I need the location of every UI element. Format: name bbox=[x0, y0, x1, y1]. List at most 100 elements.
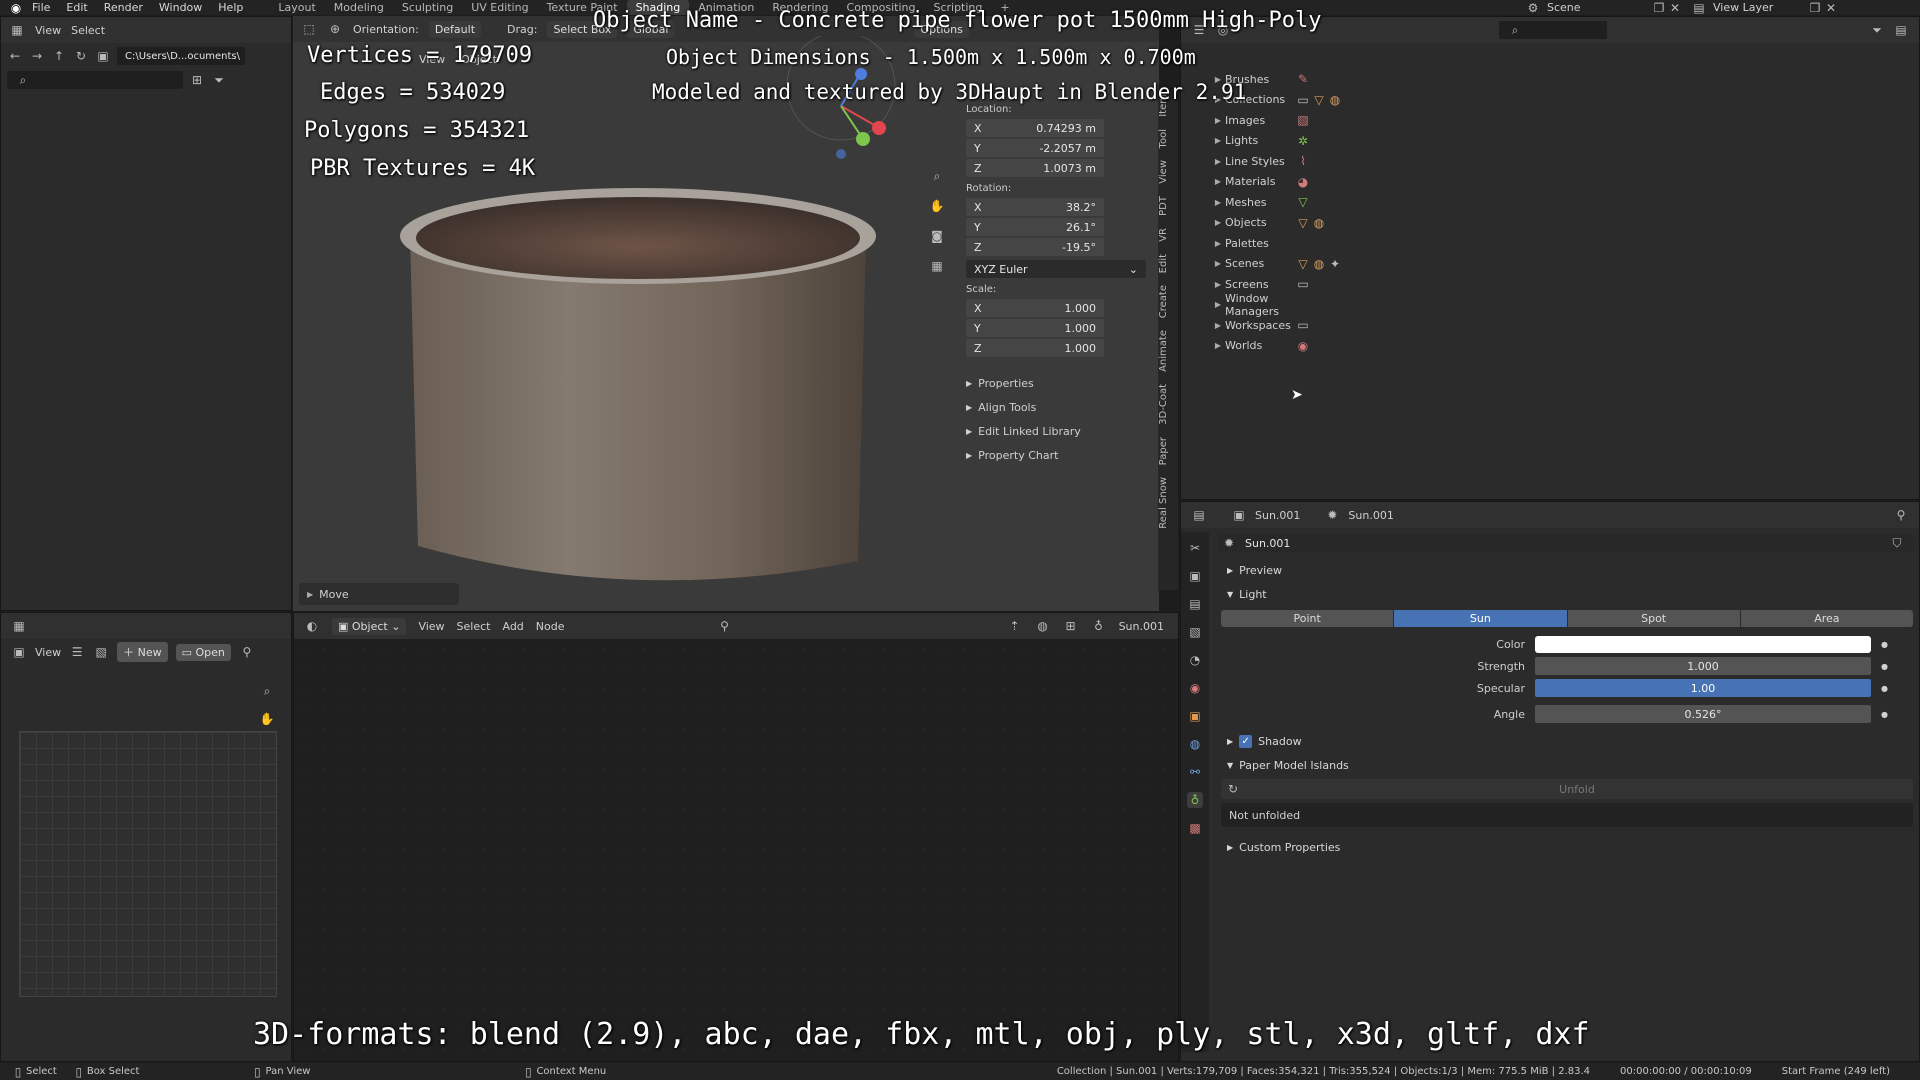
scene-selector[interactable]: Scene bbox=[1541, 1, 1651, 14]
scene-tab-icon[interactable]: ◔ bbox=[1187, 652, 1203, 668]
new-collection-icon[interactable]: ▤ bbox=[1893, 22, 1909, 38]
tab-3d-coat[interactable]: 3D-Coat bbox=[1158, 380, 1176, 429]
shadow-section[interactable]: ▶ ✓ Shadow bbox=[1217, 729, 1913, 753]
blender-logo-icon[interactable]: ◉ bbox=[8, 0, 24, 16]
light-section[interactable]: ▼ Light bbox=[1217, 582, 1913, 606]
rotation-x-field[interactable]: X 38.2° bbox=[966, 198, 1104, 216]
outliner-item-brushes[interactable]: ▶ Brushes ✎ bbox=[1211, 69, 1511, 90]
zoom-icon[interactable]: ⌕ bbox=[259, 683, 275, 699]
render-tab-icon[interactable]: ▣ bbox=[1187, 568, 1203, 584]
menu-edit[interactable]: Edit bbox=[58, 0, 95, 15]
node-view-menu[interactable]: View bbox=[418, 620, 444, 633]
panel-edit-linked-library[interactable]: ▶ Edit Linked Library bbox=[966, 419, 1154, 443]
pin-icon[interactable]: ⚲ bbox=[717, 618, 733, 634]
new-image-button[interactable]: ＋ New bbox=[117, 642, 168, 662]
panel-properties[interactable]: ▶ Properties bbox=[966, 371, 1154, 395]
forward-arrow-icon[interactable]: → bbox=[29, 48, 45, 64]
outliner-item-palettes[interactable]: ▶ Palettes bbox=[1211, 233, 1511, 254]
light-type-point[interactable]: Point bbox=[1221, 610, 1394, 627]
close-icon[interactable]: ✕ bbox=[1823, 0, 1839, 16]
tab-modeling[interactable]: Modeling bbox=[325, 0, 393, 15]
physics-tab-icon[interactable]: ◍ bbox=[1187, 736, 1203, 752]
scene-icon[interactable]: ⚙ bbox=[1525, 0, 1541, 16]
strength-field[interactable]: 1.000 bbox=[1535, 657, 1871, 675]
tab-uv-editing[interactable]: UV Editing bbox=[462, 0, 537, 15]
hand-pan-icon[interactable]: ✋ bbox=[929, 198, 945, 214]
light-data-tab-icon[interactable]: ♁ bbox=[1187, 792, 1203, 808]
tab-create[interactable]: Create bbox=[1158, 281, 1176, 322]
view-layer-selector[interactable]: View Layer bbox=[1707, 1, 1807, 14]
texture-tab-icon[interactable]: ▩ bbox=[1187, 820, 1203, 836]
paper-model-section[interactable]: ▼ Paper Model Islands bbox=[1217, 753, 1913, 777]
rotation-y-field[interactable]: Y 26.1° bbox=[966, 218, 1104, 236]
tab-view[interactable]: View bbox=[1158, 156, 1176, 188]
panel-property-chart[interactable]: ▶ Property Chart bbox=[966, 443, 1154, 467]
location-x-field[interactable]: X 0.74293 m bbox=[966, 119, 1104, 137]
menu-help[interactable]: Help bbox=[210, 0, 251, 15]
editor-type-icon[interactable]: ▤ bbox=[1191, 507, 1207, 523]
location-z-field[interactable]: Z 1.0073 m bbox=[966, 159, 1104, 177]
unfold-button[interactable]: Unfold bbox=[1241, 783, 1913, 796]
outliner-search-input[interactable]: ⌕ bbox=[1499, 21, 1607, 39]
outliner-item-workspaces[interactable]: ▶ Workspaces ▭ bbox=[1211, 315, 1511, 336]
angle-field[interactable]: 0.526° bbox=[1535, 705, 1871, 723]
hand-pan-icon[interactable]: ✋ bbox=[259, 711, 275, 727]
keyframe-dot-icon[interactable]: ● bbox=[1881, 640, 1888, 649]
parent-node-icon[interactable]: ⇡ bbox=[1007, 618, 1023, 634]
editor-type-icon[interactable]: ▦ bbox=[9, 22, 25, 38]
object-mode-dropdown[interactable]: ▣ Object ⌄ bbox=[332, 617, 407, 635]
node-add-menu[interactable]: Add bbox=[502, 620, 523, 633]
image-view-icon[interactable]: ▣ bbox=[11, 644, 27, 660]
open-image-button[interactable]: ▭ Open bbox=[175, 643, 231, 661]
menu-render[interactable]: Render bbox=[96, 0, 151, 15]
file-view-menu[interactable]: View bbox=[35, 24, 61, 37]
tab-real-snow[interactable]: Real Snow bbox=[1158, 473, 1176, 533]
outliner-item-window-managers[interactable]: ▶ Window Managers bbox=[1211, 292, 1511, 318]
editor-type-icon[interactable]: ⬚ bbox=[301, 21, 317, 37]
menu-window[interactable]: Window bbox=[151, 0, 210, 15]
outliner-item-lights[interactable]: ▶ Lights ✲ bbox=[1211, 131, 1511, 152]
keyframe-dot-icon[interactable]: ● bbox=[1881, 662, 1888, 671]
menu-icon[interactable]: ☰ bbox=[69, 644, 85, 660]
tab-paper[interactable]: Paper bbox=[1158, 433, 1176, 469]
display-mode-icon[interactable]: ⊞ bbox=[189, 72, 205, 88]
transform-pivot-icon[interactable]: ⊕ bbox=[327, 21, 343, 37]
camera-icon[interactable]: ◙ bbox=[929, 228, 945, 244]
tab-tool[interactable]: Tool bbox=[1158, 125, 1176, 152]
flower-pot-model[interactable] bbox=[388, 166, 908, 596]
location-y-field[interactable]: Y -2.2057 m bbox=[966, 139, 1104, 157]
outliner-item-scenes[interactable]: ▶ Scenes ▽ ◍ ✦ bbox=[1211, 254, 1511, 275]
scale-y-field[interactable]: Y 1.000 bbox=[966, 319, 1104, 337]
scale-z-field[interactable]: Z 1.000 bbox=[966, 339, 1104, 357]
world-tab-icon[interactable]: ◉ bbox=[1187, 680, 1203, 696]
menu-file[interactable]: File bbox=[24, 0, 58, 15]
copy-icon[interactable]: ❐ bbox=[1651, 0, 1667, 16]
snap-icon[interactable]: ◍ bbox=[1035, 618, 1051, 634]
filter-icon[interactable]: ⏷ bbox=[211, 72, 227, 88]
zoom-icon[interactable]: ⌕ bbox=[929, 168, 945, 184]
scale-x-field[interactable]: X 1.000 bbox=[966, 299, 1104, 317]
object-tab-icon[interactable]: ▣ bbox=[1187, 708, 1203, 724]
tab-sculpting[interactable]: Sculpting bbox=[393, 0, 462, 15]
tab-layout[interactable]: Layout bbox=[269, 0, 324, 15]
preview-section[interactable]: ▶ Preview bbox=[1217, 558, 1913, 582]
color-swatch[interactable] bbox=[1535, 635, 1871, 653]
rotation-z-field[interactable]: Z -19.5° bbox=[966, 238, 1104, 256]
grid-view-icon[interactable]: ▦ bbox=[929, 258, 945, 274]
path-field[interactable]: C:\Users\D...ocuments\ bbox=[117, 47, 245, 65]
new-folder-icon[interactable]: ▣ bbox=[95, 48, 111, 64]
fake-user-shield-icon[interactable]: ⛉ bbox=[1889, 535, 1905, 551]
outliner-item-line-styles[interactable]: ▶ Line Styles ⌇ bbox=[1211, 151, 1511, 172]
outliner-item-objects[interactable]: ▶ Objects ▽ ◍ bbox=[1211, 213, 1511, 234]
overlay-icon[interactable]: ⊞ bbox=[1063, 618, 1079, 634]
tab-edit[interactable]: Edit bbox=[1158, 250, 1176, 277]
constraint-tab-icon[interactable]: ⚯ bbox=[1187, 764, 1203, 780]
filter-icon[interactable]: ⏷ bbox=[1869, 22, 1885, 38]
pin-icon[interactable]: ⚲ bbox=[1893, 507, 1909, 523]
tab-pdt[interactable]: PDT bbox=[1158, 192, 1176, 220]
shader-editor-icon[interactable]: ◐ bbox=[304, 618, 320, 634]
pin-icon[interactable]: ⚲ bbox=[239, 644, 255, 660]
node-canvas[interactable] bbox=[294, 639, 1178, 1061]
image-canvas-grid[interactable] bbox=[19, 731, 277, 997]
keyframe-dot-icon[interactable]: ● bbox=[1881, 684, 1888, 693]
